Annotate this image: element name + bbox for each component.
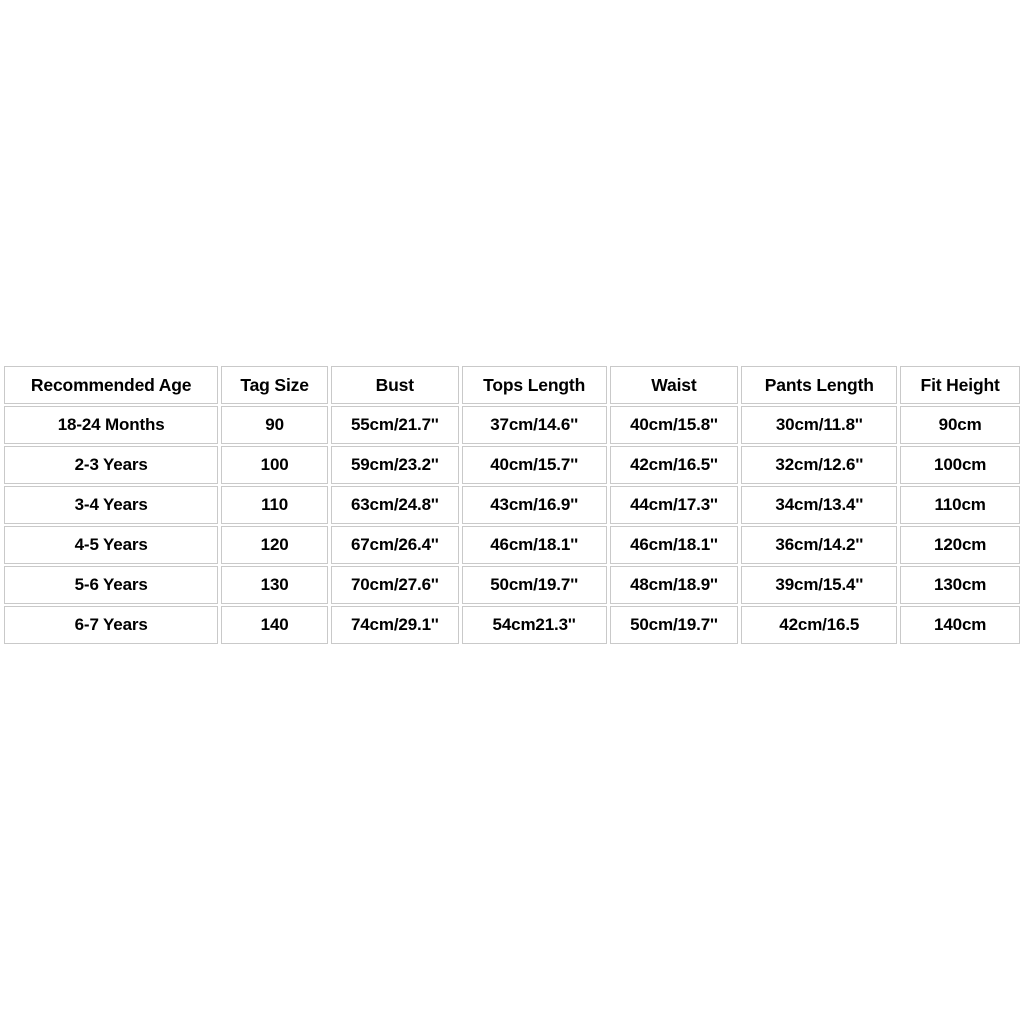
table-body: 18-24 Months 90 55cm/21.7'' 37cm/14.6'' … (4, 406, 1020, 644)
table-row: 18-24 Months 90 55cm/21.7'' 37cm/14.6'' … (4, 406, 1020, 444)
table-row: 2-3 Years 100 59cm/23.2'' 40cm/15.7'' 42… (4, 446, 1020, 484)
cell-fit-height: 90cm (900, 406, 1020, 444)
cell-waist: 44cm/17.3'' (609, 486, 739, 524)
table-row: 3-4 Years 110 63cm/24.8'' 43cm/16.9'' 44… (4, 486, 1020, 524)
cell-pants-length: 34cm/13.4'' (741, 486, 898, 524)
cell-tops-length: 37cm/14.6'' (461, 406, 607, 444)
table-header: Recommended Age Tag Size Bust Tops Lengt… (4, 366, 1020, 404)
cell-tag-size: 100 (221, 446, 328, 484)
cell-bust: 74cm/29.1'' (330, 606, 459, 644)
table-row: 4-5 Years 120 67cm/26.4'' 46cm/18.1'' 46… (4, 526, 1020, 564)
cell-tops-length: 54cm21.3'' (461, 606, 607, 644)
cell-recommended-age: 18-24 Months (4, 406, 219, 444)
cell-recommended-age: 4-5 Years (4, 526, 219, 564)
cell-fit-height: 130cm (900, 566, 1020, 604)
size-chart-table: Recommended Age Tag Size Bust Tops Lengt… (1, 364, 1023, 646)
cell-tops-length: 43cm/16.9'' (461, 486, 607, 524)
cell-fit-height: 120cm (900, 526, 1020, 564)
cell-tops-length: 40cm/15.7'' (461, 446, 607, 484)
size-chart-container: Recommended Age Tag Size Bust Tops Lengt… (0, 364, 1024, 646)
column-header-bust: Bust (330, 366, 459, 404)
cell-fit-height: 140cm (900, 606, 1020, 644)
cell-waist: 40cm/15.8'' (609, 406, 739, 444)
cell-fit-height: 110cm (900, 486, 1020, 524)
cell-bust: 63cm/24.8'' (330, 486, 459, 524)
column-header-tag-size: Tag Size (221, 366, 328, 404)
cell-fit-height: 100cm (900, 446, 1020, 484)
column-header-tops-length: Tops Length (461, 366, 607, 404)
cell-bust: 70cm/27.6'' (330, 566, 459, 604)
table-row: 5-6 Years 130 70cm/27.6'' 50cm/19.7'' 48… (4, 566, 1020, 604)
column-header-waist: Waist (609, 366, 739, 404)
cell-tag-size: 90 (221, 406, 328, 444)
cell-pants-length: 42cm/16.5 (741, 606, 898, 644)
cell-recommended-age: 6-7 Years (4, 606, 219, 644)
cell-bust: 59cm/23.2'' (330, 446, 459, 484)
cell-waist: 48cm/18.9'' (609, 566, 739, 604)
cell-tops-length: 46cm/18.1'' (461, 526, 607, 564)
cell-recommended-age: 2-3 Years (4, 446, 219, 484)
cell-tag-size: 120 (221, 526, 328, 564)
cell-bust: 67cm/26.4'' (330, 526, 459, 564)
cell-waist: 50cm/19.7'' (609, 606, 739, 644)
column-header-pants-length: Pants Length (741, 366, 898, 404)
cell-tops-length: 50cm/19.7'' (461, 566, 607, 604)
column-header-recommended-age: Recommended Age (4, 366, 219, 404)
cell-tag-size: 130 (221, 566, 328, 604)
cell-bust: 55cm/21.7'' (330, 406, 459, 444)
cell-recommended-age: 5-6 Years (4, 566, 219, 604)
column-header-fit-height: Fit Height (900, 366, 1020, 404)
cell-waist: 46cm/18.1'' (609, 526, 739, 564)
cell-pants-length: 36cm/14.2'' (741, 526, 898, 564)
table-row: 6-7 Years 140 74cm/29.1'' 54cm21.3'' 50c… (4, 606, 1020, 644)
cell-waist: 42cm/16.5'' (609, 446, 739, 484)
cell-pants-length: 30cm/11.8'' (741, 406, 898, 444)
cell-pants-length: 39cm/15.4'' (741, 566, 898, 604)
table-header-row: Recommended Age Tag Size Bust Tops Lengt… (4, 366, 1020, 404)
cell-pants-length: 32cm/12.6'' (741, 446, 898, 484)
cell-recommended-age: 3-4 Years (4, 486, 219, 524)
cell-tag-size: 110 (221, 486, 328, 524)
cell-tag-size: 140 (221, 606, 328, 644)
